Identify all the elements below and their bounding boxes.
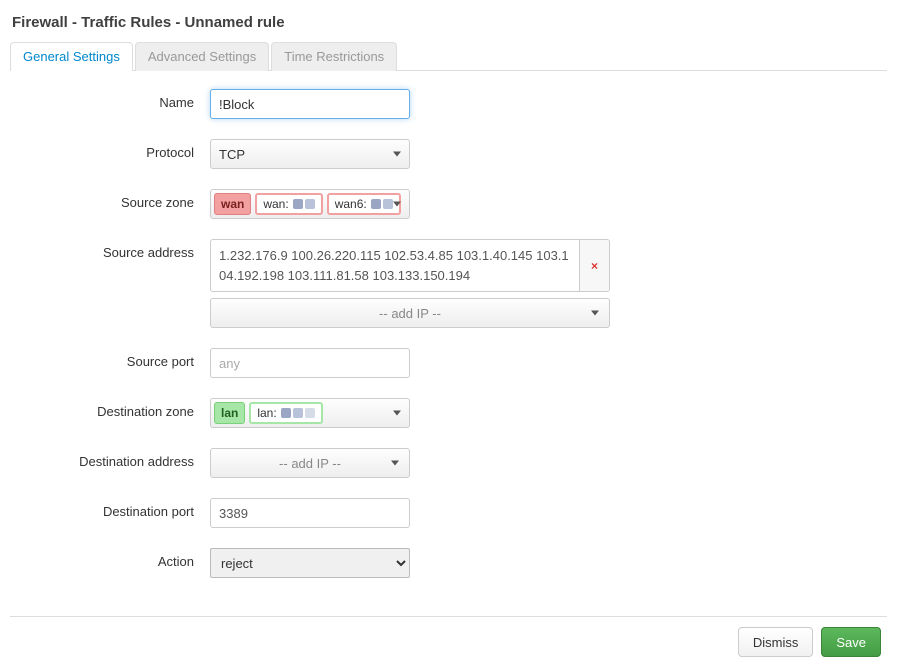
destination-zone-select[interactable]: lan lan:: [210, 398, 410, 428]
source-address-value: 1.232.176.9 100.26.220.115 102.53.4.85 1…: [211, 240, 579, 291]
page-title: Firewall - Traffic Rules - Unnamed rule: [12, 14, 887, 31]
label-action: Action: [10, 548, 210, 569]
source-address-add-ip[interactable]: -- add IP --: [210, 298, 610, 328]
source-port-input[interactable]: [210, 348, 410, 378]
tabs: General Settings Advanced Settings Time …: [10, 41, 887, 71]
tab-general-settings[interactable]: General Settings: [10, 42, 133, 71]
form: Name Protocol TCP Source zone wan wan:: [10, 89, 887, 608]
protocol-select[interactable]: TCP: [210, 139, 410, 169]
protocol-value: TCP: [219, 147, 245, 162]
label-source-port: Source port: [10, 348, 210, 369]
dismiss-button[interactable]: Dismiss: [738, 627, 814, 657]
destination-port-input[interactable]: [210, 498, 410, 528]
label-destination-port: Destination port: [10, 498, 210, 519]
name-input[interactable]: [210, 89, 410, 119]
zone-wan-iface: wan:: [255, 193, 322, 215]
label-destination-address: Destination address: [10, 448, 210, 469]
zone-lan-badge: lan: [214, 402, 245, 424]
save-button[interactable]: Save: [821, 627, 881, 657]
label-name: Name: [10, 89, 210, 110]
zone-wan-badge: wan: [214, 193, 251, 215]
tab-advanced-settings[interactable]: Advanced Settings: [135, 42, 269, 71]
footer: Dismiss Save: [10, 616, 887, 657]
label-destination-zone: Destination zone: [10, 398, 210, 419]
network-icon: [371, 199, 393, 209]
source-address-box[interactable]: 1.232.176.9 100.26.220.115 102.53.4.85 1…: [210, 239, 610, 292]
chevron-down-icon: [391, 461, 399, 466]
chevron-down-icon: [393, 411, 401, 416]
chevron-down-icon: [393, 152, 401, 157]
zone-wan6-iface: wan6:: [327, 193, 401, 215]
label-protocol: Protocol: [10, 139, 210, 160]
remove-source-address-button[interactable]: ×: [579, 240, 609, 291]
add-ip-label: -- add IP --: [279, 456, 341, 471]
label-source-address: Source address: [10, 239, 210, 260]
chevron-down-icon: [393, 202, 401, 207]
action-select[interactable]: reject: [210, 548, 410, 578]
page: Firewall - Traffic Rules - Unnamed rule …: [0, 0, 897, 667]
add-ip-label: -- add IP --: [379, 306, 441, 321]
zone-lan-iface: lan:: [249, 402, 322, 424]
tab-time-restrictions[interactable]: Time Restrictions: [271, 42, 397, 71]
network-icon: [281, 408, 315, 418]
source-zone-select[interactable]: wan wan: wan6:: [210, 189, 410, 219]
network-icon: [293, 199, 315, 209]
destination-address-add-ip[interactable]: -- add IP --: [210, 448, 410, 478]
chevron-down-icon: [591, 311, 599, 316]
label-source-zone: Source zone: [10, 189, 210, 210]
